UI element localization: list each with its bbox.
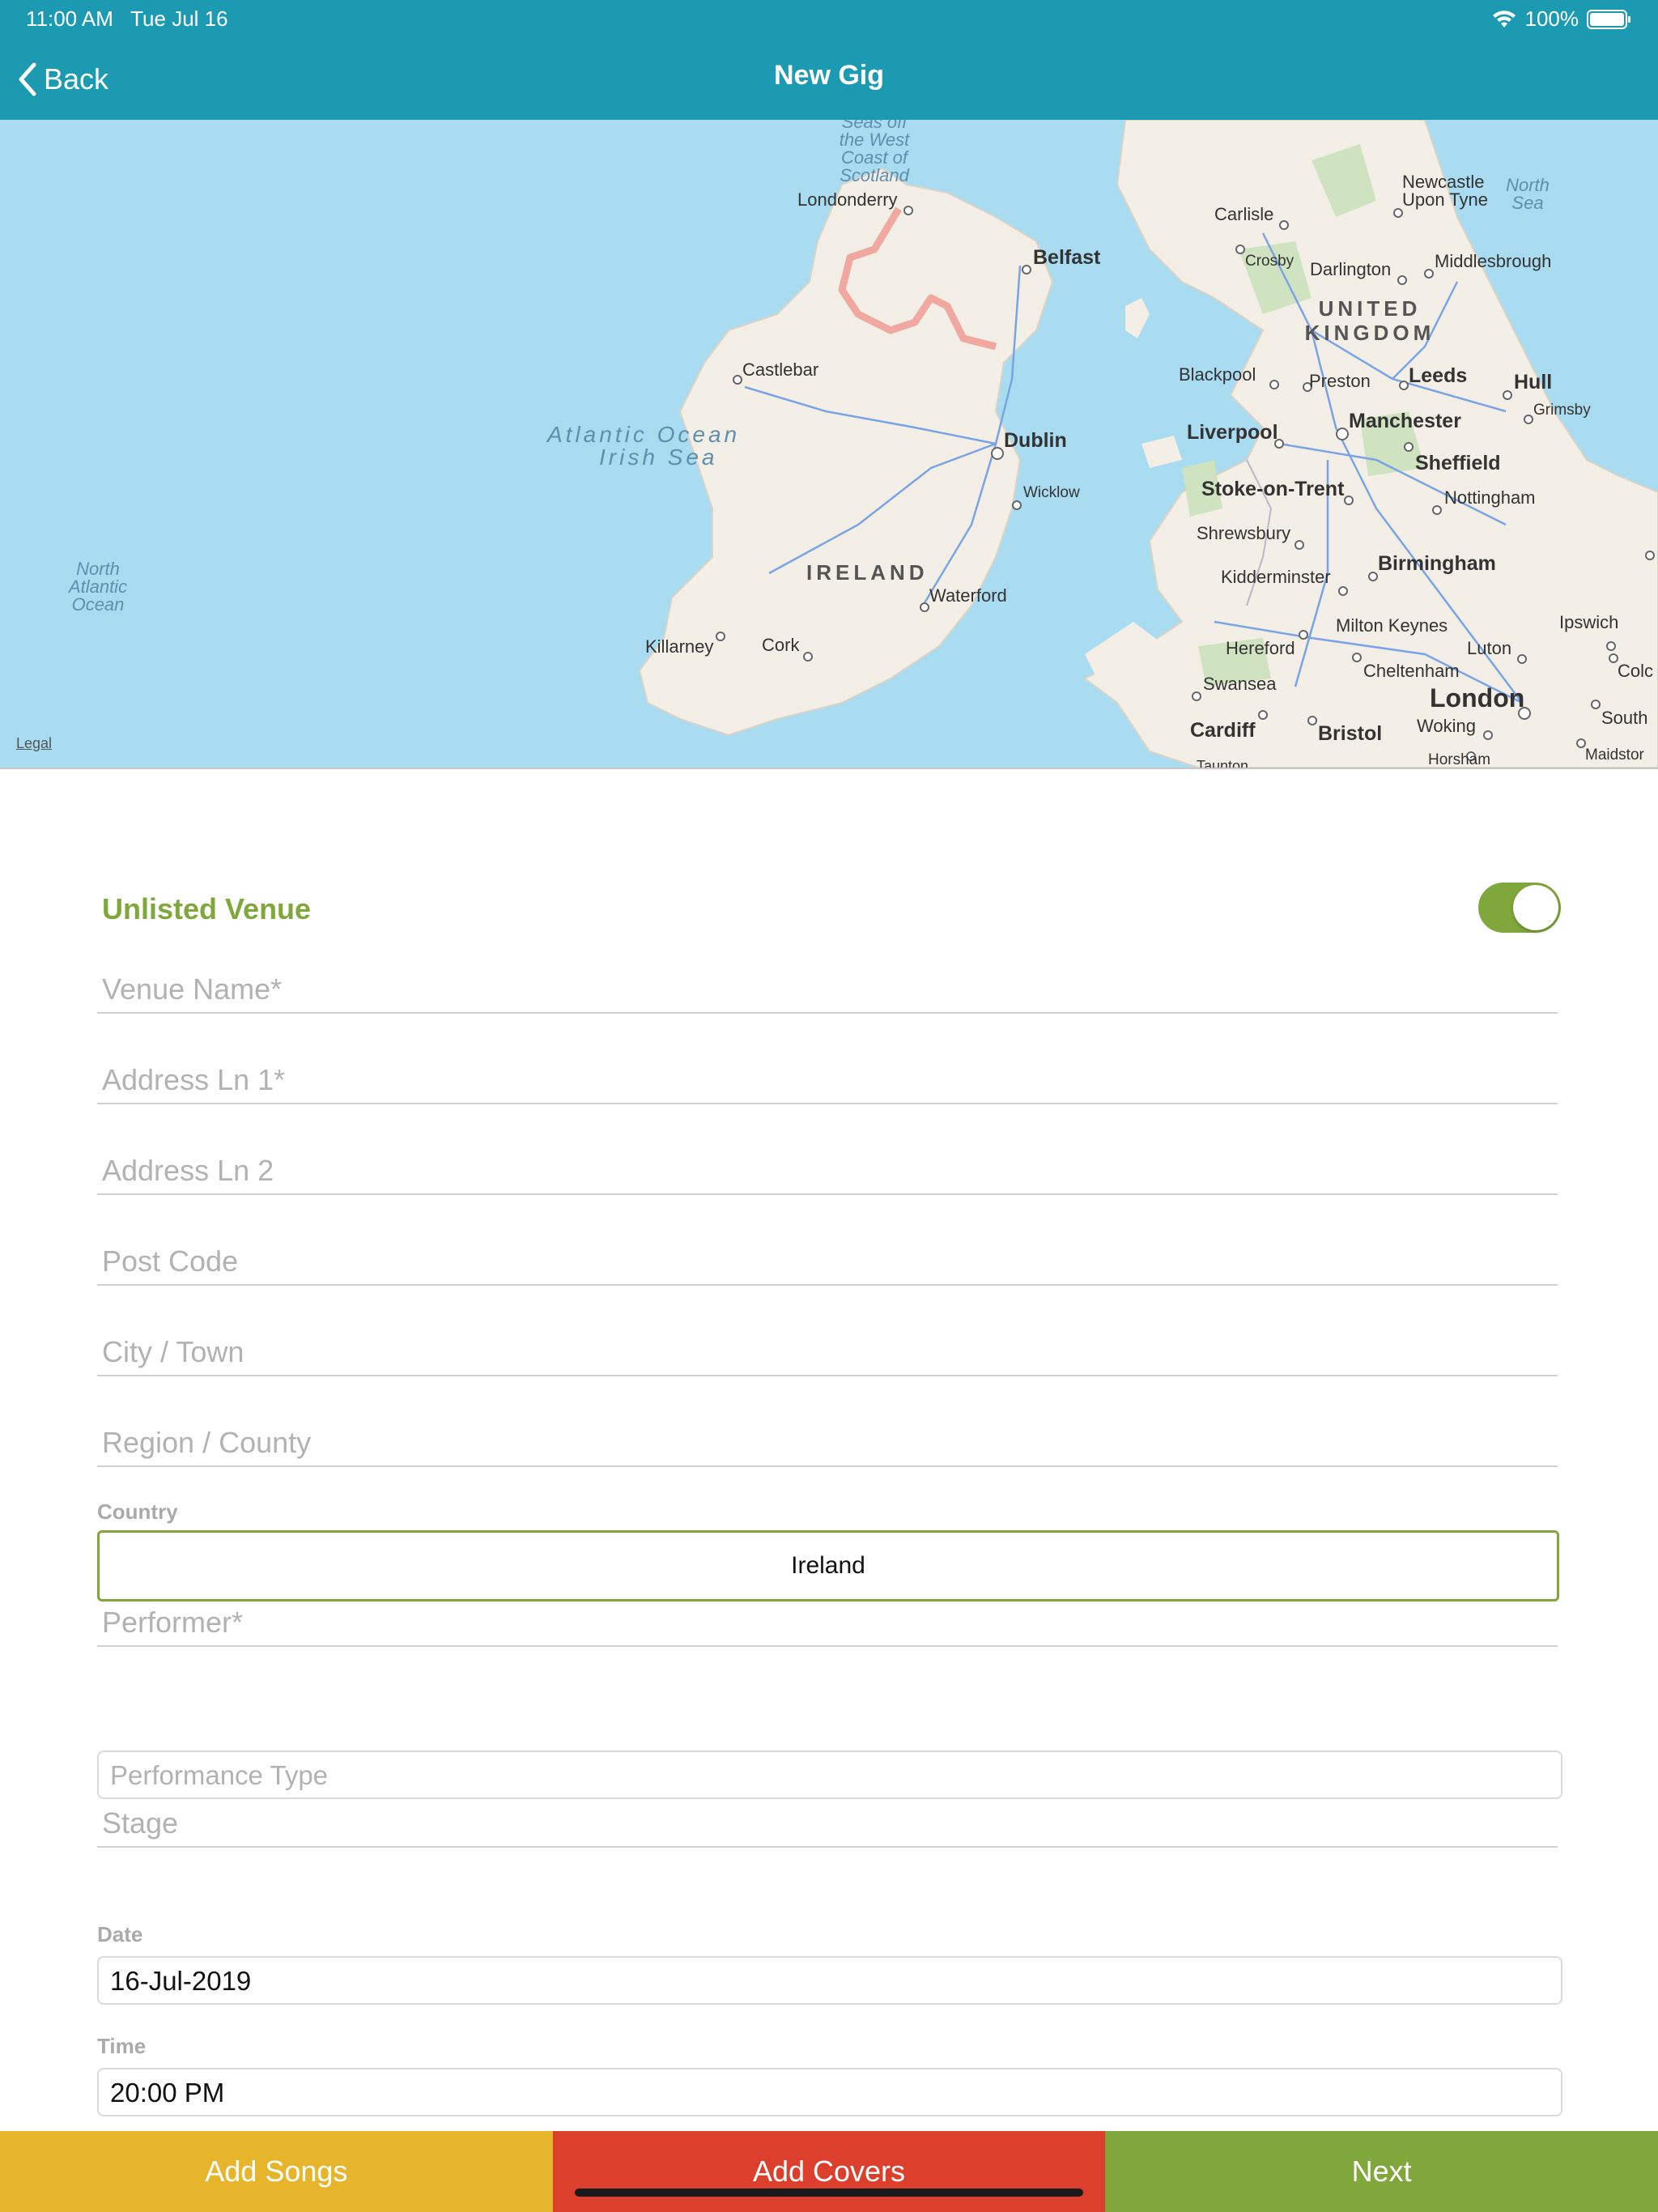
map-label-kidderminster: Kidderminster (1221, 567, 1331, 587)
map-label-irish-sea: Irish Sea (599, 445, 718, 470)
stage-input[interactable] (100, 1806, 1553, 1841)
map-label-belfast: Belfast (1033, 246, 1101, 269)
city-field (97, 1318, 1558, 1376)
map-label-killarney: Killarney (645, 636, 714, 657)
map-label-shrewsbury: Shrewsbury (1197, 523, 1291, 543)
map-label-ireland: IRELAND (806, 560, 929, 585)
map-label-milton-keynes: Milton Keynes (1336, 615, 1448, 636)
map-label-swansea: Swansea (1203, 674, 1277, 694)
battery-icon (1587, 9, 1630, 29)
map-label-birmingham: Birmingham (1378, 552, 1496, 575)
map-label-cork: Cork (762, 635, 800, 655)
map-label-ipswich: Ipswich (1559, 612, 1619, 632)
map-label-grimsby: Grimsby (1533, 402, 1591, 419)
status-clock: 11:00 AM (26, 6, 113, 31)
map-view[interactable]: Seas off the West Coast of Scotland Lond… (0, 120, 1658, 769)
time-input[interactable] (108, 2074, 1553, 2112)
map-label-liverpool: Liverpool (1187, 421, 1278, 444)
map-label-united-kingdom: UNITED KINGDOM (1304, 296, 1435, 345)
map-label-taunton: Taunton (1197, 758, 1249, 769)
map-label-horsham: Horsham (1428, 751, 1491, 768)
map-label-north-atlantic-ocean: North Atlantic Ocean (68, 559, 128, 615)
status-indicators: 100% (1491, 6, 1633, 32)
map-label-stoke: Stoke-on-Trent (1201, 478, 1345, 500)
venue-name-input[interactable] (100, 972, 1553, 1007)
map-label-atlantic-ocean: Atlantic Ocean (547, 422, 741, 447)
map-label-luton: Luton (1467, 638, 1512, 658)
address-line-2-input[interactable] (100, 1153, 1553, 1189)
map-label-middlesbrough: Middlesbrough (1435, 251, 1552, 271)
map-label-north-sea: North Sea (1506, 175, 1550, 213)
map-legal-link[interactable]: Legal (16, 735, 52, 752)
battery-percent: 100% (1524, 6, 1579, 31)
status-time: 11:00 AM Tue Jul 16 (26, 6, 228, 32)
map-label-carlisle: Carlisle (1214, 204, 1274, 224)
map-label-hereford: Hereford (1226, 638, 1295, 658)
post-code-field (97, 1227, 1558, 1286)
date-field (97, 1956, 1562, 2005)
unlisted-venue-row: Unlisted Venue (100, 881, 1561, 938)
map-label-hull: Hull (1514, 371, 1553, 393)
map-label-cardiff: Cardiff (1190, 719, 1256, 742)
map-label-waterford: Waterford (929, 585, 1007, 606)
map-label-leeds: Leeds (1409, 364, 1468, 387)
map-label-cheltenham: Cheltenham (1363, 661, 1460, 681)
map-label-woking: Woking (1417, 716, 1476, 736)
map-label-wicklow: Wicklow (1023, 484, 1080, 501)
city-input[interactable] (100, 1334, 1553, 1370)
status-date: Tue Jul 16 (130, 6, 228, 31)
map-label-londonderry: Londonderry (797, 189, 898, 210)
wifi-icon (1492, 10, 1516, 28)
map-label-colchester: Colc (1618, 661, 1654, 681)
time-label: Time (97, 2034, 147, 2058)
region-input[interactable] (100, 1425, 1553, 1461)
map-label-seas-west-scotland: Seas off the West Coast of Scotland (839, 120, 910, 185)
toggle-knob (1513, 885, 1558, 930)
address-line-2-field (97, 1137, 1558, 1195)
country-label: Country (97, 1499, 178, 1524)
date-input[interactable] (108, 1963, 1553, 2000)
map-label-bristol: Bristol (1318, 722, 1383, 745)
unlisted-venue-label: Unlisted Venue (102, 892, 312, 925)
stage-field (97, 1789, 1558, 1848)
address-line-1-field (97, 1046, 1558, 1104)
map-label-darlington: Darlington (1310, 259, 1392, 279)
post-code-input[interactable] (100, 1244, 1553, 1279)
status-bar: 11:00 AM Tue Jul 16 100% (0, 0, 1658, 39)
map-label-dublin: Dublin (1004, 429, 1067, 452)
map-label-nottingham: Nottingham (1444, 487, 1536, 508)
date-label: Date (97, 1922, 143, 1946)
page-title: New Gig (773, 60, 885, 91)
address-line-1-input[interactable] (100, 1062, 1553, 1098)
navigation-bar: Back New Gig (0, 39, 1658, 120)
map-label-london: London (1430, 683, 1525, 713)
map-label-blackpool: Blackpool (1179, 364, 1256, 385)
unlisted-venue-toggle[interactable] (1478, 883, 1561, 933)
map-label-castlebar: Castlebar (742, 359, 819, 380)
map-label-manchester: Manchester (1349, 410, 1461, 432)
add-songs-button[interactable]: Add Songs (0, 2131, 553, 2212)
venue-name-field (97, 955, 1558, 1014)
bottom-action-bar: Add Songs Add Covers Next (0, 2131, 1658, 2212)
map-label-maidstone: Maidstor (1585, 747, 1644, 764)
performer-input[interactable] (100, 1605, 1553, 1640)
home-indicator[interactable] (575, 2189, 1083, 2197)
performer-field (97, 1589, 1558, 1647)
next-button[interactable]: Next (1105, 2131, 1658, 2212)
map-label-newcastle: Newcastle Upon Tyne (1402, 172, 1489, 210)
map-label-crosby: Crosby (1245, 253, 1295, 270)
map-label-southend: South (1601, 708, 1648, 728)
add-covers-button[interactable]: Add Covers (552, 2131, 1106, 2212)
time-field (97, 2068, 1562, 2116)
region-field (97, 1409, 1558, 1467)
map-label-sheffield: Sheffield (1415, 452, 1501, 474)
map-label-preston: Preston (1309, 371, 1371, 391)
